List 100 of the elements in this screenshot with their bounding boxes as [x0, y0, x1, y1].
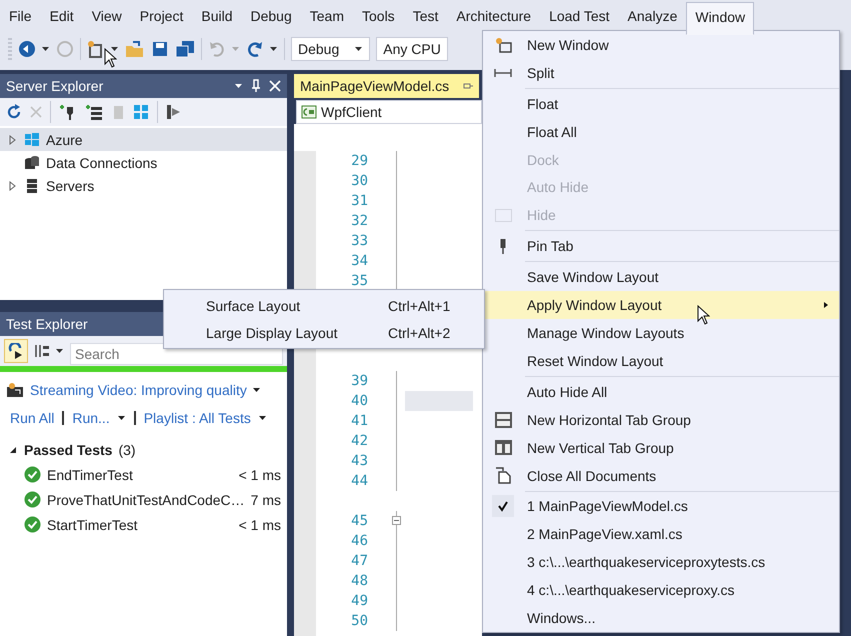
playlist-icon: [6, 382, 24, 398]
line-number: 42: [350, 433, 368, 449]
menu-item[interactable]: Split: [483, 58, 839, 87]
caret-icon[interactable]: [56, 348, 64, 354]
menu-item[interactable]: Edit: [40, 1, 83, 31]
checkmark-icon: [492, 495, 514, 518]
tree-item[interactable]: Azure: [0, 128, 287, 151]
menu-item[interactable]: Architecture: [447, 1, 540, 31]
menu-item[interactable]: Team: [300, 1, 353, 31]
configuration-dropdown[interactable]: Debug: [291, 37, 370, 61]
menu-item[interactable]: Debug: [242, 1, 301, 31]
line-number: 40: [350, 393, 368, 409]
menu-item[interactable]: 4 c:\...\earthquakeserviceproxy.cs: [483, 576, 839, 604]
collapsed-icon[interactable]: [8, 180, 18, 190]
passed-icon: [24, 516, 41, 533]
line-number: 33: [350, 233, 368, 249]
menu-item[interactable]: Float: [483, 90, 839, 118]
platform-dropdown[interactable]: Any CPU: [376, 37, 448, 61]
caret-icon[interactable]: [252, 387, 261, 393]
collapsed-icon[interactable]: [8, 134, 18, 144]
menu-item[interactable]: Analyze: [618, 1, 686, 31]
caret-icon[interactable]: [42, 46, 50, 52]
menu-item[interactable]: Tools: [353, 1, 404, 31]
save-all-icon[interactable]: [175, 40, 195, 58]
new-project-icon[interactable]: [87, 40, 105, 58]
panel-title: Test Explorer: [6, 316, 89, 332]
menu-item[interactable]: Auto Hide All: [483, 378, 839, 406]
window-icon: [494, 208, 512, 222]
panel-title: Server Explorer: [6, 78, 104, 94]
vertical-split-icon: [494, 440, 512, 456]
menu-item[interactable]: Save Window Layout: [483, 263, 839, 292]
project-dropdown[interactable]: WpfClient: [296, 100, 482, 124]
test-duration: < 1 ms: [238, 466, 281, 482]
refresh-icon[interactable]: [6, 104, 22, 120]
menu-item[interactable]: Window: [686, 2, 754, 34]
caret-icon[interactable]: [270, 46, 278, 52]
expander-icon[interactable]: [8, 445, 18, 455]
caret-icon[interactable]: [258, 415, 267, 421]
documents-icon: [495, 467, 511, 484]
horizontal-split-icon: [494, 412, 512, 428]
menu-item[interactable]: Surface Layout Ctrl+Alt+1: [164, 292, 484, 319]
add-server-icon[interactable]: [85, 104, 103, 120]
line-number: 30: [350, 173, 368, 189]
connect-icon[interactable]: [166, 104, 182, 120]
menu-item[interactable]: Project: [130, 1, 192, 31]
menu-item[interactable]: Large Display Layout Ctrl+Alt+2: [164, 319, 484, 346]
caret-icon[interactable]: [118, 415, 126, 421]
csharp-file-icon: [301, 105, 317, 119]
line-number: 41: [350, 413, 368, 429]
toolbar-link[interactable]: Run...: [72, 410, 126, 426]
document-tab[interactable]: MainPageViewModel.cs: [294, 74, 479, 98]
menu-item[interactable]: Reset Window Layout: [483, 346, 839, 375]
menu-item[interactable]: 2 MainPageView.xaml.cs: [483, 520, 839, 548]
line-number: 44: [350, 473, 368, 489]
menu-item[interactable]: Manage Window Layouts: [483, 319, 839, 347]
pin-icon[interactable]: [463, 81, 473, 91]
new-window-icon: [494, 36, 512, 53]
test-name[interactable]: StartTimerTest: [47, 516, 233, 532]
pin-icon: [500, 238, 506, 254]
menu-item[interactable]: Load Test: [540, 1, 619, 31]
pin-icon[interactable]: [251, 79, 261, 93]
run-tests-button[interactable]: [4, 339, 28, 363]
menu-item[interactable]: 3 c:\...\earthquakeserviceproxytests.cs: [483, 548, 839, 576]
back-icon[interactable]: [18, 40, 36, 58]
toolbar-link[interactable]: Run All: [10, 410, 54, 426]
caret-icon[interactable]: [355, 46, 364, 52]
folder-icon[interactable]: [125, 40, 145, 58]
test-duration: < 1 ms: [238, 516, 281, 532]
tree-item[interactable]: Data Connections: [0, 151, 287, 174]
line-number: 29: [350, 153, 368, 169]
menu-item[interactable]: New Vertical Tab Group: [483, 434, 839, 462]
cursor-icon: [697, 305, 710, 325]
menu-item[interactable]: 1 MainPageViewModel.cs: [483, 492, 839, 520]
test-name[interactable]: EndTimerTest: [47, 466, 233, 482]
toolbar-link[interactable]: Playlist : All Tests: [144, 410, 267, 426]
line-number: 50: [350, 613, 368, 629]
menu-item[interactable]: New Horizontal Tab Group: [483, 406, 839, 434]
line-number: 47: [350, 553, 368, 569]
submenu-arrow-icon: [823, 301, 829, 310]
menu-item[interactable]: Pin Tab: [483, 232, 839, 260]
caret-icon[interactable]: [235, 83, 243, 89]
redo-icon[interactable]: [246, 40, 264, 58]
group-by-icon[interactable]: [34, 343, 50, 359]
save-icon[interactable]: [151, 40, 169, 58]
test-name[interactable]: ProveThatUnitTestAndCodeC…: [47, 492, 245, 508]
tree-item[interactable]: Servers: [0, 174, 287, 197]
windows-icon[interactable]: [133, 104, 149, 120]
playlist-link[interactable]: Streaming Video: Improving quality: [30, 382, 247, 398]
menu-item[interactable]: Build: [192, 1, 242, 31]
menu-item[interactable]: Float All: [483, 118, 839, 146]
menu-item[interactable]: Close All Documents: [483, 462, 839, 490]
menu-item[interactable]: Windows...: [483, 604, 839, 632]
database-icon: [24, 154, 40, 170]
collapse-icon[interactable]: [392, 516, 401, 525]
caret-icon[interactable]: [111, 46, 119, 52]
menu-item[interactable]: File: [0, 1, 41, 31]
menu-item[interactable]: Apply Window Layout: [483, 291, 839, 320]
menu-item[interactable]: Test: [404, 1, 448, 31]
line-number: 35: [350, 273, 368, 289]
menu-item[interactable]: View: [82, 1, 131, 31]
